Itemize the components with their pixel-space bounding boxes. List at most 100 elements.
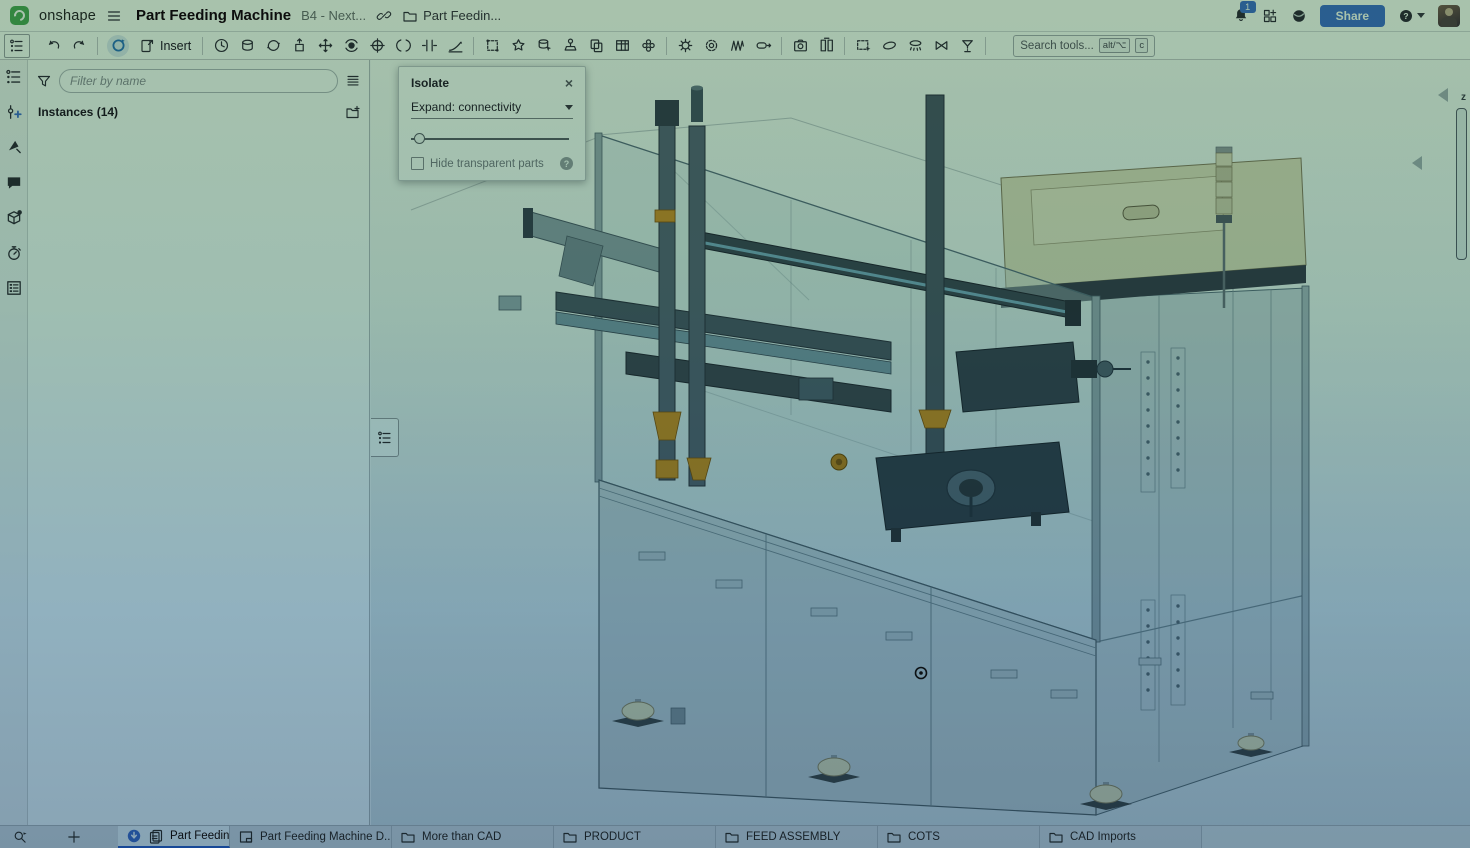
list-view-icon[interactable]: [345, 73, 361, 89]
comments-panel-icon: [5, 174, 23, 192]
hide-transparent-checkbox[interactable]: [411, 157, 424, 170]
spring-button[interactable]: [724, 34, 750, 58]
tab-label: More than CAD: [422, 831, 501, 843]
toolbar-separator: [666, 37, 667, 55]
configurations-button[interactable]: [672, 34, 698, 58]
breadcrumb[interactable]: Part Feedin...: [402, 8, 501, 24]
planar-mate-button[interactable]: [312, 34, 338, 58]
help-menu[interactable]: [1398, 8, 1425, 24]
search-tools-field[interactable]: Search tools... alt/⌥ c: [1013, 35, 1155, 57]
avatar[interactable]: [1438, 5, 1460, 27]
notification-badge: 1: [1240, 1, 1256, 13]
link-icon[interactable]: [376, 8, 392, 24]
ball-mate-icon: [343, 37, 360, 54]
new-tab-icon[interactable]: [66, 829, 82, 845]
onshape-logo-icon[interactable]: [10, 6, 29, 25]
slider-mate-button[interactable]: [286, 34, 312, 58]
toolbar-separator: [202, 37, 203, 55]
feature-settings-button[interactable]: [698, 34, 724, 58]
app-store-icon[interactable]: [1262, 8, 1278, 24]
history-button[interactable]: [208, 34, 234, 58]
document-tab-cad-imports[interactable]: CAD Imports: [1040, 826, 1202, 848]
named-positions-button[interactable]: [750, 34, 776, 58]
select-parts-button[interactable]: [531, 34, 557, 58]
main-menu-icon[interactable]: [106, 8, 122, 24]
version-label[interactable]: B4 - Next...: [301, 8, 366, 23]
filter-input[interactable]: Filter by name: [59, 69, 338, 93]
document-title[interactable]: Part Feeding Machine: [136, 7, 291, 24]
document-tab-feed-assembly[interactable]: FEED ASSEMBLY: [716, 826, 878, 848]
isolate-tool-button[interactable]: [954, 34, 980, 58]
parallel-mate-button[interactable]: [416, 34, 442, 58]
isolate-tool-icon: [959, 37, 976, 54]
bom-panel-button[interactable]: [5, 279, 23, 297]
tangent-mate-icon: [447, 37, 464, 54]
configurations-panel-button[interactable]: [5, 103, 23, 121]
display-states-button[interactable]: [902, 34, 928, 58]
history-icon: [213, 37, 230, 54]
instance-list-toggle-button[interactable]: [4, 34, 30, 58]
onshape-wordmark: onshape: [39, 8, 96, 24]
compare-icon: [818, 37, 835, 54]
draw-icon: [238, 829, 254, 845]
rotate-view-button[interactable]: [107, 35, 129, 57]
redo-icon: [71, 37, 88, 54]
slider-mate-icon: [291, 37, 308, 54]
redo-button[interactable]: [66, 34, 92, 58]
interference-button[interactable]: [928, 34, 954, 58]
group-parts-button[interactable]: [479, 34, 505, 58]
section-view-button[interactable]: [850, 34, 876, 58]
compare-button[interactable]: [813, 34, 839, 58]
snapshot-button[interactable]: [787, 34, 813, 58]
close-icon[interactable]: ×: [565, 76, 573, 90]
ball-mate-button[interactable]: [338, 34, 364, 58]
document-tab-part-feeding-machine[interactable]: Part Feeding Machine: [118, 826, 230, 848]
feature-settings-icon: [703, 37, 720, 54]
appearance-button[interactable]: [876, 34, 902, 58]
slider-knob[interactable]: [414, 133, 425, 144]
chevron-down-icon: [565, 105, 573, 110]
appearance-panel-button[interactable]: [5, 138, 23, 156]
panel-expand-arrow-icon[interactable]: [1438, 88, 1448, 102]
isolate-distance-slider[interactable]: [411, 133, 573, 145]
revolute-mate-button[interactable]: [260, 34, 286, 58]
versions-panel-button[interactable]: [5, 244, 23, 262]
document-tab-part-feeding-machine-d[interactable]: Part Feeding Machine D...: [230, 826, 392, 848]
exploded-view-button[interactable]: [635, 34, 661, 58]
assembly-tree-icon: [5, 68, 23, 86]
properties-panel-button[interactable]: [5, 209, 23, 227]
fastened-mate-button[interactable]: [234, 34, 260, 58]
cylindrical-mate-icon: [369, 37, 386, 54]
share-button[interactable]: Share: [1320, 5, 1385, 27]
document-tab-cots[interactable]: COTS: [878, 826, 1040, 848]
panel-expand-arrow-icon[interactable]: [1412, 156, 1422, 170]
undo-button[interactable]: [40, 34, 66, 58]
undo-icon: [45, 37, 62, 54]
notifications-button[interactable]: 1: [1233, 7, 1249, 25]
document-tab-more-than-cad[interactable]: More than CAD: [392, 826, 554, 848]
insert-button[interactable]: Insert: [133, 34, 197, 58]
expand-mode-select[interactable]: Expand: connectivity: [411, 100, 573, 119]
transform-copy-button[interactable]: [583, 34, 609, 58]
folder-icon: [402, 8, 418, 24]
revolve-tool-button[interactable]: [505, 34, 531, 58]
view-widget[interactable]: [1456, 108, 1467, 260]
tangent-mate-button[interactable]: [442, 34, 468, 58]
help-icon[interactable]: ?: [560, 157, 573, 170]
spring-icon: [729, 37, 746, 54]
panel-collapse-tab[interactable]: [371, 418, 399, 457]
bom-table-button[interactable]: [609, 34, 635, 58]
top-bar: onshape Part Feeding Machine B4 - Next..…: [0, 0, 1470, 32]
pin-slot-mate-button[interactable]: [390, 34, 416, 58]
community-icon[interactable]: [1291, 8, 1307, 24]
comments-panel-button[interactable]: [5, 174, 23, 192]
toolbar-separator: [844, 37, 845, 55]
search-tabs-icon[interactable]: [12, 829, 28, 845]
document-tab-product[interactable]: PRODUCT: [554, 826, 716, 848]
mate-connector-button[interactable]: [557, 34, 583, 58]
assembly-tree-button[interactable]: [5, 68, 23, 86]
shortcut-key-alt: alt/⌥: [1099, 38, 1131, 53]
assembly-tree-icon: [377, 430, 393, 446]
filter-icon[interactable]: [36, 73, 52, 89]
cylindrical-mate-button[interactable]: [364, 34, 390, 58]
